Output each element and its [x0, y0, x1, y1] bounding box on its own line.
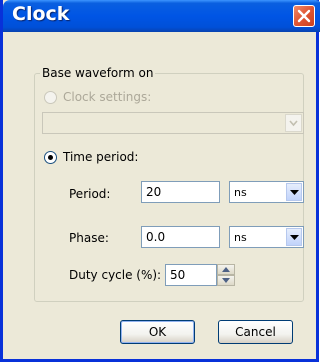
clock-settings-radio[interactable]	[44, 91, 57, 104]
phase-input[interactable]	[141, 226, 220, 248]
chevron-down-icon	[289, 120, 298, 127]
chevron-down-icon	[290, 190, 299, 195]
clock-dialog: Clock Base waveform on Clock settings: T…	[0, 0, 320, 362]
radio-selected-dot	[48, 155, 53, 160]
cancel-button[interactable]: Cancel	[218, 320, 293, 344]
duty-cycle-spinner	[217, 264, 235, 286]
close-button[interactable]	[293, 5, 315, 27]
period-input[interactable]	[141, 181, 220, 203]
period-unit-select[interactable]: ns	[229, 181, 304, 203]
window-title: Clock	[12, 3, 70, 25]
time-period-label: Time period:	[63, 150, 139, 164]
phase-unit-dropdown-arrow[interactable]	[286, 228, 302, 246]
chevron-down-icon	[290, 235, 299, 240]
chevron-down-icon	[222, 278, 230, 283]
base-waveform-legend: Base waveform on	[40, 66, 156, 80]
clock-settings-dropdown-arrow[interactable]	[285, 114, 302, 132]
close-icon	[297, 9, 311, 23]
duty-cycle-input[interactable]	[165, 264, 217, 286]
spinner-up-button[interactable]	[217, 264, 235, 275]
ok-button[interactable]: OK	[120, 320, 195, 344]
chevron-up-icon	[222, 267, 230, 272]
period-unit-value: ns	[234, 186, 247, 199]
phase-unit-select[interactable]: ns	[229, 226, 304, 248]
duty-cycle-label: Duty cycle (%):	[69, 268, 162, 282]
period-unit-dropdown-arrow[interactable]	[286, 183, 302, 201]
time-period-radio[interactable]	[44, 151, 57, 164]
clock-settings-select[interactable]	[42, 112, 304, 134]
title-bar[interactable]: Clock	[3, 0, 320, 32]
clock-settings-label: Clock settings:	[63, 90, 152, 104]
spinner-down-button[interactable]	[217, 275, 235, 286]
phase-unit-value: ns	[234, 231, 247, 244]
phase-label: Phase:	[69, 231, 109, 245]
period-label: Period:	[69, 187, 111, 201]
